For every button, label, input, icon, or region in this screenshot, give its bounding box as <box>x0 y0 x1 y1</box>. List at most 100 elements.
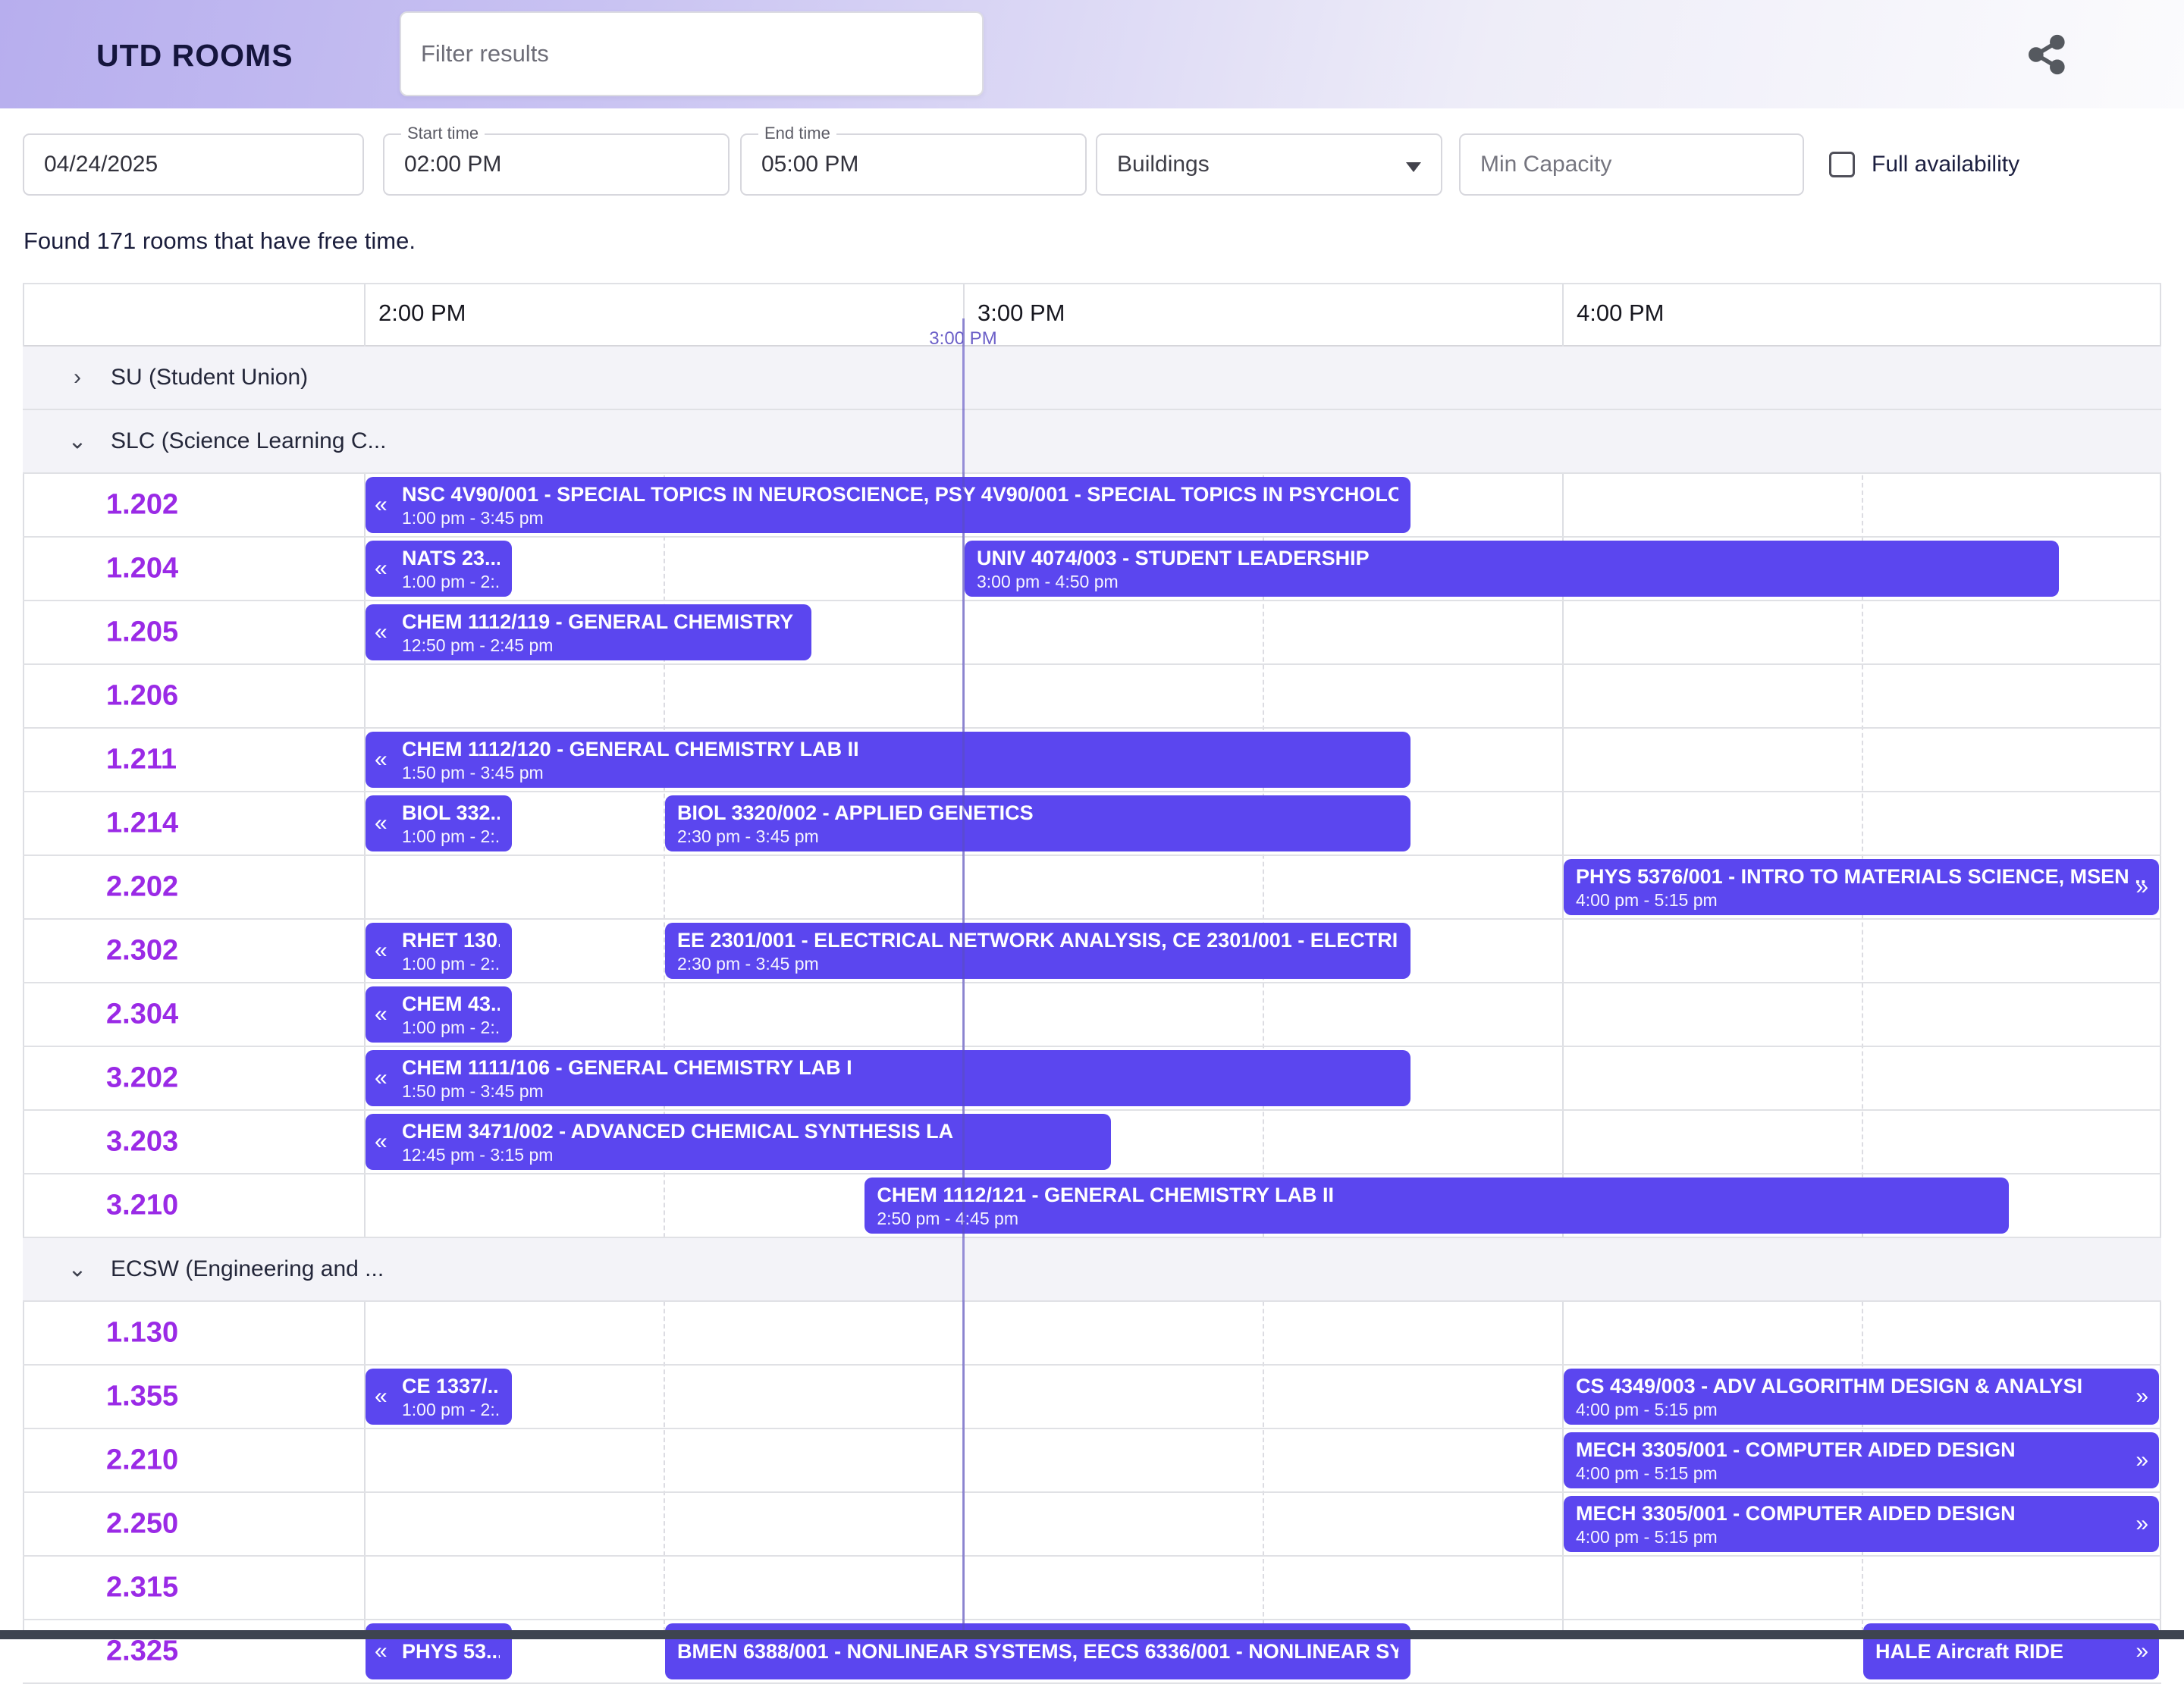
room-rows: › SU (Student Union) ⌄SLC (Science Learnin… <box>23 347 2161 1684</box>
event-bar[interactable]: MECH 3305/001 - COMPUTER AIDED DESIGN4:0… <box>1564 1432 2159 1488</box>
event-time: 12:50 pm - 2:45 pm <box>402 635 799 657</box>
event-time: 4:00 pm - 5:15 pm <box>1576 889 2147 911</box>
start-time-value: 02:00 PM <box>404 152 501 177</box>
room-number-link[interactable]: 1.130 <box>106 1317 178 1350</box>
continues-right-icon: » <box>2135 1449 2148 1472</box>
room-number-link[interactable]: 2.302 <box>106 935 178 967</box>
event-time: 4:00 pm - 5:15 pm <box>1576 1399 2147 1421</box>
chevron-expanded-icon[interactable]: ⌄ <box>62 1256 93 1283</box>
continues-right-icon: » <box>2135 1385 2148 1408</box>
results-summary: Found 171 rooms that have free time. <box>24 227 416 255</box>
event-time: 1:00 pm - 2:... <box>402 571 500 593</box>
event-bar[interactable]: UNIV 4074/003 - STUDENT LEADERSHIP3:00 p… <box>965 541 2059 597</box>
event-time: 1:00 pm - 2:... <box>402 1399 500 1421</box>
continues-right-icon: » <box>2135 1640 2148 1663</box>
min-capacity-placeholder: Min Capacity <box>1480 152 1611 177</box>
event-bar[interactable]: BIOL 332...1:00 pm - 2:... « <box>366 795 512 851</box>
building-group-row[interactable]: › SU (Student Union) <box>23 347 2161 410</box>
chevron-collapsed-icon[interactable]: › <box>62 365 93 390</box>
hour-label: 3:00 PM <box>977 299 1065 327</box>
room-row: 2.302 RHET 130...1:00 pm - 2:...« EE 2301/… <box>23 920 2161 983</box>
room-number-link[interactable]: 3.203 <box>106 1126 178 1159</box>
room-number-link[interactable]: 2.304 <box>106 999 178 1031</box>
room-number-link[interactable]: 2.325 <box>106 1635 178 1668</box>
room-row: 1.202 NSC 4V90/001 - SPECIAL TOPICS IN NE… <box>23 474 2161 538</box>
event-time: 1:50 pm - 3:45 pm <box>402 1080 1398 1102</box>
event-bar[interactable]: BIOL 3320/002 - APPLIED GENETICS2:30 pm … <box>665 795 1410 851</box>
event-title: CHEM 1111/106 - GENERAL CHEMISTRY LAB I <box>402 1055 1398 1080</box>
event-bar[interactable]: CHEM 1112/119 - GENERAL CHEMISTRY L...12… <box>366 604 811 660</box>
continues-left-icon: « <box>375 557 388 580</box>
event-bar[interactable]: CE 1337/...1:00 pm - 2:...« <box>366 1369 512 1425</box>
room-number-link[interactable]: 3.202 <box>106 1062 178 1095</box>
room-number-link[interactable]: 1.206 <box>106 680 178 713</box>
event-bar[interactable]: RHET 130...1:00 pm - 2:...« <box>366 923 512 979</box>
bottom-scrollbar[interactable] <box>0 1630 2184 1639</box>
room-row: 3.202 CHEM 1111/106 - GENERAL CHEMISTRY L… <box>23 1047 2161 1111</box>
share-icon[interactable] <box>2026 33 2069 76</box>
event-bar[interactable]: CHEM 1111/106 - GENERAL CHEMISTRY LAB I1… <box>366 1050 1410 1106</box>
event-time: 4:00 pm - 5:15 pm <box>1576 1526 2147 1548</box>
room-number-link[interactable]: 2.315 <box>106 1572 178 1604</box>
event-bar[interactable]: PHYS 5376/001 - INTRO TO MATERIALS SCIEN… <box>1564 859 2159 915</box>
room-number-link[interactable]: 1.205 <box>106 616 178 649</box>
date-value: 04/24/2025 <box>44 152 158 177</box>
event-bar[interactable]: CS 4349/003 - ADV ALGORITHM DESIGN & ANA… <box>1564 1369 2159 1425</box>
event-bar[interactable]: CHEM 1112/120 - GENERAL CHEMISTRY LAB II… <box>366 732 1410 788</box>
event-title: MECH 3305/001 - COMPUTER AIDED DESIGN <box>1576 1437 2147 1463</box>
room-number-link[interactable]: 1.214 <box>106 808 178 840</box>
continues-left-icon: « <box>375 812 388 835</box>
event-title: BIOL 3320/002 - APPLIED GENETICS <box>677 800 1398 826</box>
building-group-label: SU (Student Union) <box>111 365 308 390</box>
app-logo: UTD ROOMS <box>96 38 293 74</box>
event-title: CE 1337/... <box>402 1373 500 1399</box>
event-title: EE 2301/001 - ELECTRICAL NETWORK ANALYSI… <box>677 927 1398 953</box>
event-bar[interactable]: CHEM 3471/002 - ADVANCED CHEMICAL SYNTHE… <box>366 1114 1111 1170</box>
date-field[interactable]: 04/24/2025 <box>23 133 364 196</box>
room-number-link[interactable]: 1.202 <box>106 489 178 522</box>
room-number-link[interactable]: 2.210 <box>106 1444 178 1477</box>
end-time-field[interactable]: End time 05:00 PM <box>740 133 1087 196</box>
continues-right-icon: » <box>2135 1513 2148 1535</box>
building-group-label: ECSW (Engineering and ... <box>111 1256 384 1282</box>
room-number-link[interactable]: 2.202 <box>106 871 178 904</box>
room-number-link[interactable]: 1.211 <box>106 744 177 776</box>
event-time: 2:30 pm - 3:45 pm <box>677 953 1398 975</box>
filter-row: 04/24/2025 Start time 02:00 PM End time … <box>0 133 2184 196</box>
buildings-select[interactable]: Buildings <box>1096 133 1442 196</box>
room-number-link[interactable]: 3.210 <box>106 1190 178 1222</box>
room-row: 1.214BIOL 332...1:00 pm - 2:...«BIOL 332… <box>23 792 2161 856</box>
event-title: UNIV 4074/003 - STUDENT LEADERSHIP <box>977 545 2047 571</box>
event-bar[interactable]: NSC 4V90/001 - SPECIAL TOPICS IN NEUROSC… <box>366 477 1410 533</box>
continues-left-icon: « <box>375 1131 388 1153</box>
event-bar[interactable]: MECH 3305/001 - COMPUTER AIDED DESIGN4:0… <box>1564 1496 2159 1552</box>
filter-results-input[interactable] <box>401 13 982 95</box>
full-availability-toggle[interactable]: Full availability <box>1829 133 2019 196</box>
room-number-link[interactable]: 2.250 <box>106 1508 178 1541</box>
event-bar[interactable]: CHEM 43...1:00 pm - 2:... « <box>366 986 512 1043</box>
filter-results-box[interactable] <box>400 11 984 96</box>
event-title: BIOL 332... <box>402 800 500 826</box>
full-availability-checkbox[interactable] <box>1829 152 1855 177</box>
building-group-row[interactable]: ⌄ ECSW (Engineering and ... <box>23 1238 2161 1302</box>
event-time: 4:00 pm - 5:15 pm <box>1576 1463 2147 1485</box>
building-group-row[interactable]: ⌄SLC (Science Learning C... <box>23 410 2161 474</box>
event-bar[interactable]: CHEM 1112/121 - GENERAL CHEMISTRY LAB II… <box>864 1178 2009 1234</box>
event-bar[interactable]: EE 2301/001 - ELECTRICAL NETWORK ANALYSI… <box>665 923 1410 979</box>
event-time: 1:00 pm - 2:... <box>402 826 500 848</box>
room-number-link[interactable]: 1.355 <box>106 1381 178 1413</box>
event-title: CHEM 43... <box>402 991 500 1017</box>
min-capacity-field[interactable]: Min Capacity <box>1459 133 1804 196</box>
continues-left-icon: « <box>375 1003 388 1026</box>
event-bar[interactable]: NATS 23...1:00 pm - 2:...« <box>366 541 512 597</box>
app-header: UTD ROOMS <box>0 0 2184 108</box>
room-number-link[interactable]: 1.204 <box>106 553 178 585</box>
chevron-down-icon <box>1406 162 1421 172</box>
event-time: 1:00 pm - 2:... <box>402 1017 500 1039</box>
continues-left-icon: « <box>375 748 388 771</box>
hour-label: 4:00 PM <box>1577 299 1664 327</box>
start-time-field[interactable]: Start time 02:00 PM <box>383 133 730 196</box>
event-time: 12:45 pm - 3:15 pm <box>402 1144 1099 1166</box>
chevron-expanded-icon[interactable]: ⌄ <box>62 428 93 455</box>
room-row: 2.250 MECH 3305/001 - COMPUTER AIDED DESI… <box>23 1493 2161 1557</box>
